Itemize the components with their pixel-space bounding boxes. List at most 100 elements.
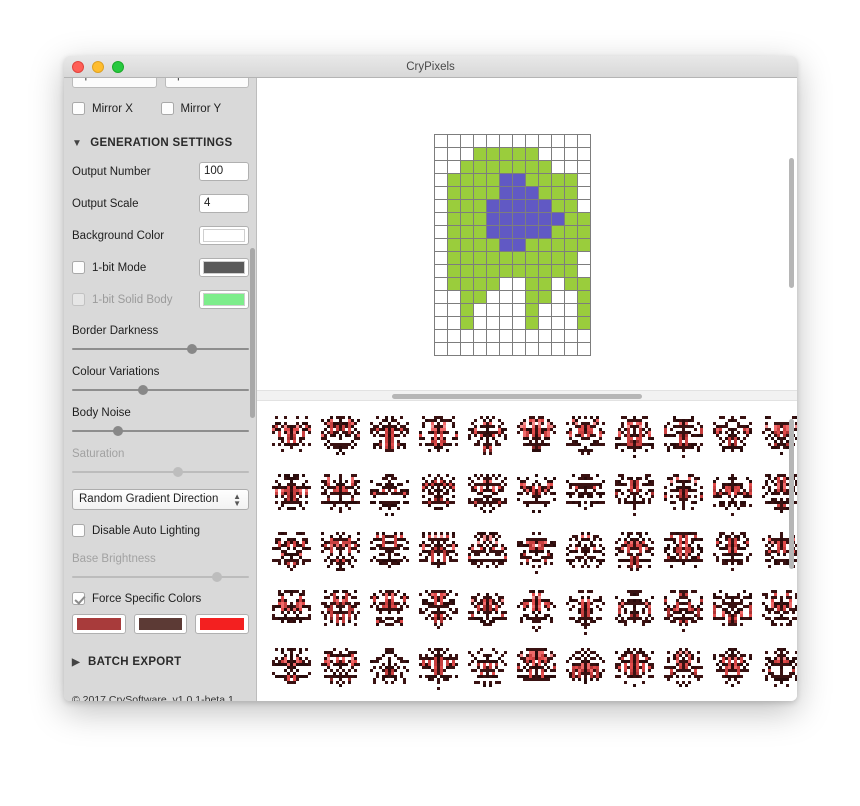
sprite-thumbnail[interactable] [659,467,707,525]
sprite-thumbnail[interactable] [414,467,462,525]
pixel-cell[interactable] [460,199,474,213]
sprite-thumbnail[interactable] [561,583,609,641]
pixel-cell[interactable] [486,147,500,161]
body-noise-track[interactable] [72,426,249,436]
pixel-cell[interactable] [525,251,539,265]
mirror-x-checkbox-box[interactable] [72,102,85,115]
pixel-cell[interactable] [499,316,513,330]
one-bit-mode-checkbox-box[interactable] [72,261,85,274]
pixel-cell[interactable] [512,303,526,317]
pixel-cell[interactable] [434,290,448,304]
sprite-thumbnail[interactable] [512,525,560,583]
pixel-cell[interactable] [460,342,474,356]
pixel-cell[interactable] [512,147,526,161]
pixel-cell[interactable] [434,134,448,148]
pixel-cell[interactable] [473,251,487,265]
pixel-cell[interactable] [538,160,552,174]
pixel-cell[interactable] [551,160,565,174]
border-darkness-slider[interactable]: Border Darkness [72,325,249,354]
pixel-cell[interactable] [577,316,591,330]
pixel-cell[interactable] [434,316,448,330]
pixel-cell[interactable] [434,225,448,239]
pixel-cell[interactable] [564,147,578,161]
pixel-cell[interactable] [577,173,591,187]
horizontal-scrollbar-thumb[interactable] [392,394,642,399]
pixel-cell[interactable] [447,186,461,200]
output-scale-input[interactable]: 4 [199,194,249,213]
sprite-thumbnail[interactable] [365,525,413,583]
pixel-cell[interactable] [551,290,565,304]
pixel-cell[interactable] [434,303,448,317]
pixel-cell[interactable] [525,238,539,252]
sprite-thumbnail[interactable] [267,409,315,467]
pixel-cell[interactable] [486,199,500,213]
pixel-cell[interactable] [447,277,461,291]
pixel-cell[interactable] [512,277,526,291]
pixel-cell[interactable] [564,290,578,304]
pixel-cell[interactable] [486,186,500,200]
pixel-cell[interactable] [551,316,565,330]
sprite-thumbnail[interactable] [659,409,707,467]
sprite-thumbnail[interactable] [610,583,658,641]
pixel-cell[interactable] [525,329,539,343]
pixel-cell[interactable] [434,199,448,213]
sprite-thumbnail[interactable] [561,467,609,525]
pixel-cell[interactable] [473,212,487,226]
pixel-cell[interactable] [434,173,448,187]
sprite-thumbnail[interactable] [267,641,315,699]
pixel-cell[interactable] [525,160,539,174]
pixel-cell[interactable] [538,342,552,356]
pixel-cell[interactable] [538,173,552,187]
sidebar-scrollbar[interactable] [250,248,255,418]
pixel-cell[interactable] [434,277,448,291]
sprite-thumbnail[interactable] [757,641,797,699]
pixel-cell[interactable] [512,199,526,213]
sprite-thumbnail[interactable] [708,641,756,699]
pixel-cell[interactable] [434,251,448,265]
sprite-thumbnail[interactable] [659,525,707,583]
sprite-thumbnail[interactable] [610,525,658,583]
pixel-cell[interactable] [499,186,513,200]
pixel-cell[interactable] [460,277,474,291]
pixel-cell[interactable] [486,303,500,317]
pixel-cell[interactable] [577,134,591,148]
pixel-cell[interactable] [538,303,552,317]
generation-settings-header[interactable]: ▼ GENERATION SETTINGS [72,137,249,149]
pixel-cell[interactable] [447,147,461,161]
pixel-cell[interactable] [551,212,565,226]
sprite-thumbnail[interactable] [463,525,511,583]
colour-variations-track[interactable] [72,385,249,395]
pixel-cell[interactable] [447,251,461,265]
pixel-cell[interactable] [551,238,565,252]
pixel-cell[interactable] [473,160,487,174]
pixel-cell[interactable] [447,290,461,304]
pixel-cell[interactable] [473,303,487,317]
pixel-cell[interactable] [447,303,461,317]
pixel-cell[interactable] [473,277,487,291]
pixel-cell[interactable] [551,264,565,278]
pixel-cell[interactable] [473,316,487,330]
pixel-cell[interactable] [577,186,591,200]
pixel-cell[interactable] [551,134,565,148]
pixel-cell[interactable] [447,264,461,278]
pixel-cell[interactable] [460,147,474,161]
pixel-cell[interactable] [473,264,487,278]
pixel-cell[interactable] [577,303,591,317]
pixel-cell[interactable] [499,238,513,252]
pixel-cell[interactable] [538,290,552,304]
pixel-cell[interactable] [538,264,552,278]
pixel-cell[interactable] [551,186,565,200]
pixel-cell[interactable] [564,238,578,252]
pixel-cell[interactable] [538,238,552,252]
pixel-cell[interactable] [577,277,591,291]
pixel-cell[interactable] [473,290,487,304]
pixel-cell[interactable] [447,225,461,239]
sprite-thumbnail[interactable] [659,583,707,641]
pixel-cell[interactable] [525,134,539,148]
pixel-cell[interactable] [525,186,539,200]
pixel-cell[interactable] [460,160,474,174]
sprite-thumbnail[interactable] [414,409,462,467]
pixel-cell[interactable] [512,186,526,200]
pixel-cell[interactable] [525,147,539,161]
pixel-cell[interactable] [577,329,591,343]
